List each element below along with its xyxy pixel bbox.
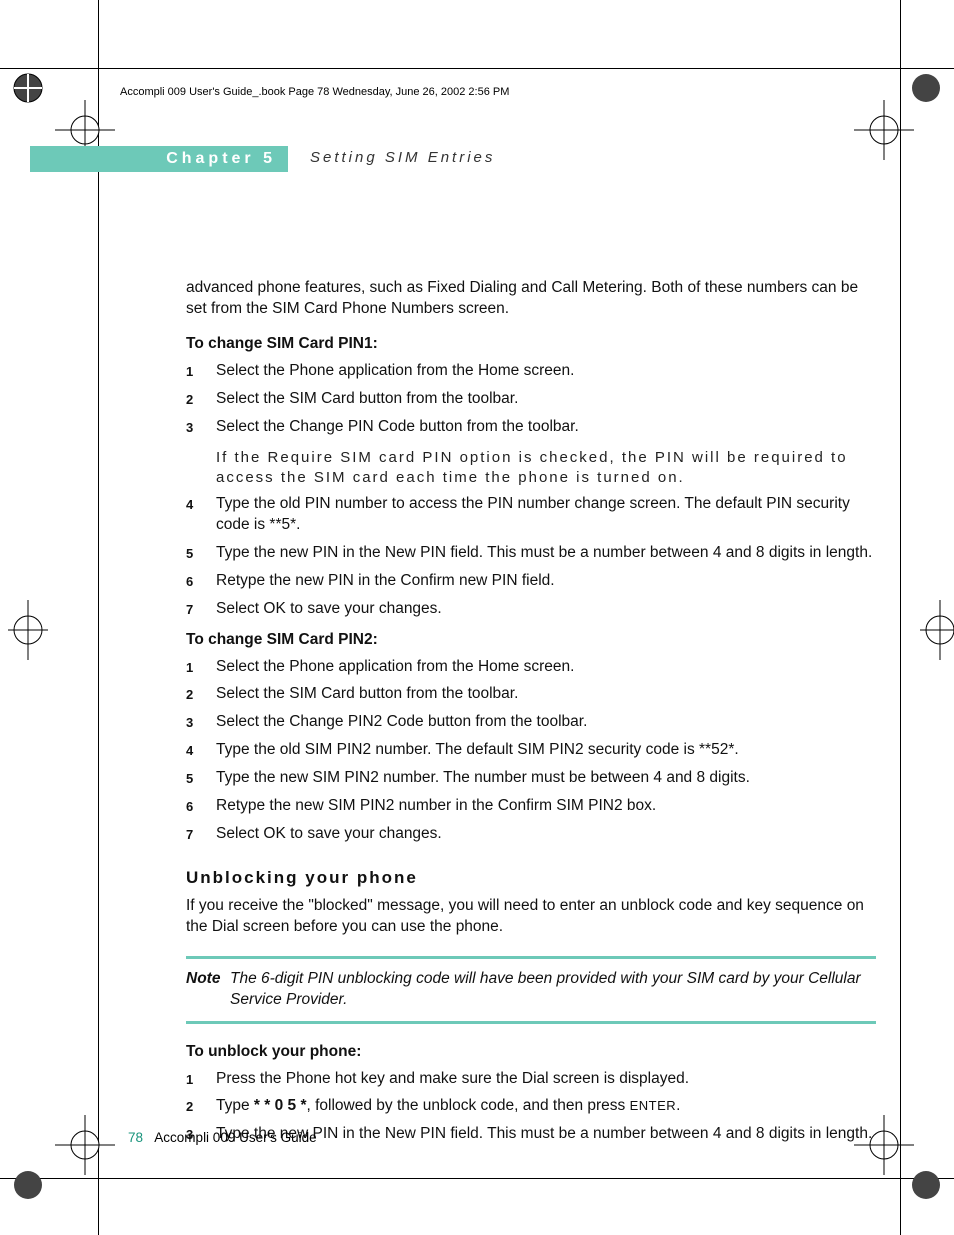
step-number: 2 <box>186 684 216 705</box>
step-number: 2 <box>186 389 216 410</box>
step-number: 3 <box>186 417 216 438</box>
step-number: 2 <box>186 1096 216 1117</box>
crosshair-icon <box>854 100 914 160</box>
step-text: Select the Change PIN2 Code button from … <box>216 712 876 733</box>
step-text: Select OK to save your changes. <box>216 824 876 845</box>
step-text: Type * * 0 5 *, followed by the unblock … <box>216 1096 876 1117</box>
step-text: Select the SIM Card button from the tool… <box>216 389 876 410</box>
pin2-heading: To change SIM Card PIN2: <box>186 630 876 651</box>
step-text: Select the Change PIN Code button from t… <box>216 417 876 438</box>
unblock-intro: If you receive the "blocked" message, yo… <box>186 896 876 938</box>
step-number: 7 <box>186 599 216 620</box>
pin1-steps: 1Select the Phone application from the H… <box>186 361 876 438</box>
intro-paragraph: advanced phone features, such as Fixed D… <box>186 278 876 320</box>
step-number: 4 <box>186 494 216 536</box>
pin2-steps: 1Select the Phone application from the H… <box>186 657 876 845</box>
page-container: Accompli 009 User's Guide_.book Page 78 … <box>0 0 954 1235</box>
step-text: Retype the new PIN in the Confirm new PI… <box>216 571 876 592</box>
step-text: Type the new PIN in the New PIN field. T… <box>216 543 876 564</box>
chapter-bar: Chapter 5 <box>30 146 288 172</box>
note-box: Note The 6-digit PIN unblocking code wil… <box>186 956 876 1024</box>
step-number: 1 <box>186 657 216 678</box>
crop-line <box>0 1178 954 1179</box>
step-text: Type the old PIN number to access the PI… <box>216 494 876 536</box>
t: , followed by the unblock code, and then… <box>306 1097 629 1114</box>
step-number: 5 <box>186 768 216 789</box>
pin1-steps-cont: 4Type the old PIN number to access the P… <box>186 494 876 620</box>
code-bold: * * 0 5 * <box>254 1097 307 1114</box>
step-text: Retype the new SIM PIN2 number in the Co… <box>216 796 876 817</box>
footer-title: Accompli 009 User's Guide <box>154 1130 316 1145</box>
step-number: 3 <box>186 712 216 733</box>
pin1-inline-note: If the Require SIM card PIN option is ch… <box>216 448 876 489</box>
pin1-heading: To change SIM Card PIN1: <box>186 334 876 355</box>
step-text: Select OK to save your changes. <box>216 599 876 620</box>
step-number: 7 <box>186 824 216 845</box>
unblock-heading: To unblock your phone: <box>186 1042 876 1063</box>
step-text: Type the old SIM PIN2 number. The defaul… <box>216 740 876 761</box>
step-text: Select the Phone application from the Ho… <box>216 361 876 382</box>
t: Type <box>216 1097 254 1114</box>
t: . <box>676 1097 680 1114</box>
crosshair-icon <box>55 1115 115 1175</box>
crop-line <box>98 0 99 1235</box>
chapter-title: Setting SIM Entries <box>310 149 495 166</box>
step-text: Select the SIM Card button from the tool… <box>216 684 876 705</box>
step-number: 6 <box>186 796 216 817</box>
step-number: 5 <box>186 543 216 564</box>
framemaker-header: Accompli 009 User's Guide_.book Page 78 … <box>120 86 509 98</box>
body-content: advanced phone features, such as Fixed D… <box>186 278 876 1155</box>
page-footer: 78 Accompli 009 User's Guide <box>128 1130 317 1145</box>
crosshair-icon <box>900 600 954 660</box>
crosshair-icon <box>8 600 68 660</box>
step-text: Press the Phone hot key and make sure th… <box>216 1069 876 1090</box>
crop-line <box>0 68 954 69</box>
step-number: 6 <box>186 571 216 592</box>
key-name: ENTER <box>630 1098 677 1113</box>
step-number: 1 <box>186 361 216 382</box>
note-label: Note <box>186 969 230 1011</box>
note-body: The 6-digit PIN unblocking code will hav… <box>230 969 876 1011</box>
unblock-section-head: Unblocking your phone <box>186 867 876 890</box>
step-text: Type the new SIM PIN2 number. The number… <box>216 768 876 789</box>
page-number: 78 <box>128 1130 143 1145</box>
step-number: 1 <box>186 1069 216 1090</box>
step-number: 4 <box>186 740 216 761</box>
step-text: Select the Phone application from the Ho… <box>216 657 876 678</box>
